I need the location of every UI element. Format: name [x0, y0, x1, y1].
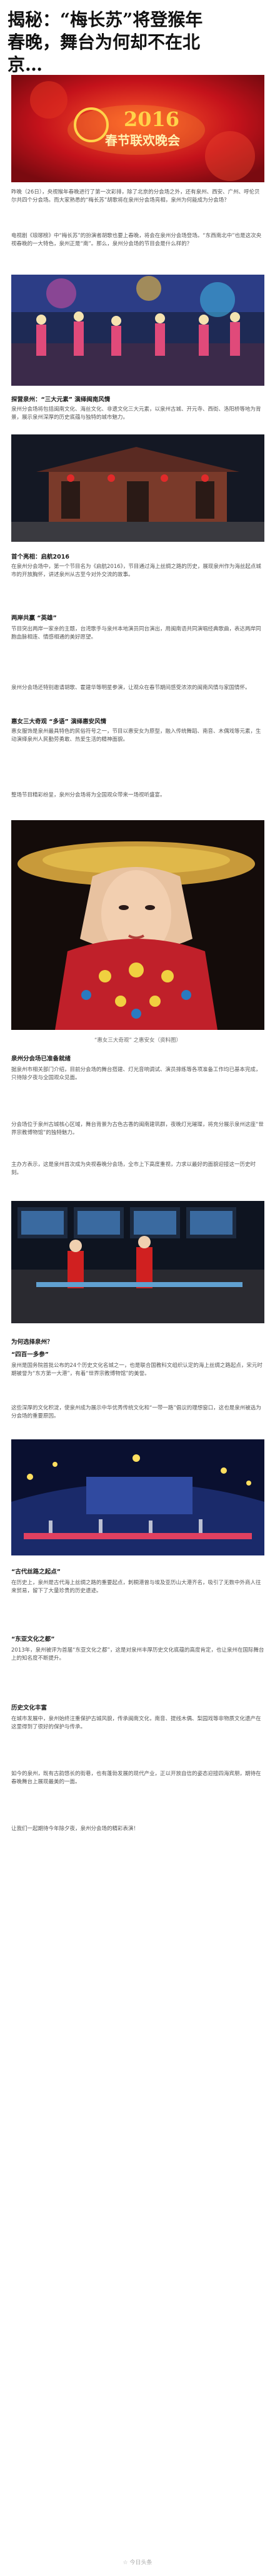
- section-heading: 泉州分会场已准备就绪: [11, 1055, 71, 1062]
- paragraph: 泉州是国务院首批公布的24个历史文化名城之一，也是联合国教科文组织认定的海上丝绸…: [11, 1363, 262, 1377]
- ancestral-hall-image: [11, 434, 264, 542]
- article: 揭秘：“梅长苏”将登猴年 春晚，舞台为何却不在北 京… 2016 春节联欢晚会 …: [0, 0, 275, 2576]
- section-heading: 探营泉州：“三大元素” 演绎闽南风情: [11, 396, 111, 403]
- gala-banner-image: 2016 春节联欢晚会: [11, 75, 264, 182]
- banner-label: 春节联欢晚会: [104, 133, 180, 148]
- section-heading: 惠女三大奇观 “多语” 演绎惠安风情: [11, 718, 107, 725]
- image-caption: “惠女三大奇观” 之惠安女（资料图）: [94, 1037, 181, 1044]
- paragraph: 这些深厚的文化积淀，使泉州成为展示中华优秀传统文化和“一带一路”倡议的理想窗口，…: [11, 1405, 261, 1419]
- title-line: 春晚，舞台为何却不在北: [8, 32, 201, 52]
- huian-woman-portrait-image: [11, 820, 264, 1030]
- section-heading: 为何选择泉州？: [11, 1339, 53, 1346]
- paragraph: 节目突出两岸一家亲的主题，台湾歌手与泉州本地演员同台演出，用闽南语共同演唱经典歌…: [11, 626, 261, 640]
- section-heading: “东亚文化之都”: [11, 1636, 55, 1643]
- paragraph: 泉州分会场将包括闽南文化、海丝文化、非遗文化三大元素，以泉州古城、开元寺、西街、…: [11, 406, 261, 421]
- banner-year: 2016: [124, 107, 179, 131]
- paragraph: 在泉州分会场中，第一个节目名为《启航2016》，节目通过海上丝绸之路的历史，展现…: [11, 564, 261, 578]
- night-stage-image: [11, 1439, 264, 1555]
- paragraph: 电视剧《琅琊榜》中“梅长苏”的扮演者胡歌也要上春晚，将会在泉州分会场登场。“东西…: [11, 233, 262, 247]
- paragraph: 整场节目精彩纷呈，泉州分会场将为全国观众带来一场视听盛宴。: [11, 792, 166, 798]
- paragraph: 泉州分会场还特别邀请胡歌、霍建华等明星参演，让观众在春节期间感受浓浓的闽南风情与…: [11, 685, 251, 691]
- paragraph: 据泉州市相关部门介绍，目前分会场的舞台搭建、灯光音响调试、演员排练等各项准备工作…: [11, 1067, 261, 1081]
- paragraph: 分会场位于泉州古城核心区域，舞台背景为古色古香的闽南建筑群，夜晚灯光璀璨，将充分…: [11, 1122, 264, 1136]
- paragraph: 让我们一起期待今年除夕夜，泉州分会场的精彩表演！: [11, 1826, 139, 1832]
- section-heading: 首个亮相：启航2016: [11, 554, 69, 561]
- title-line: 京…: [8, 54, 43, 75]
- paragraph: 在城市发展中，泉州始终注重保护古城风貌，传承闽南文化，南音、提线木偶、梨园戏等非…: [11, 1716, 261, 1730]
- title-line: 揭秘：“梅长苏”将登猴年: [8, 9, 203, 30]
- section-heading: “四百一多参”: [11, 1351, 49, 1358]
- paragraph: 昨晚（26日），央视猴年春晚进行了第一次彩排，除了北京的分会场之外，还有泉州、西…: [11, 189, 260, 203]
- section-heading: 历史文化丰富: [11, 1705, 48, 1712]
- paragraph: 惠女服饰是泉州最具特色的民俗符号之一，节目以惠安女为原型，融入传统舞蹈、南音、木…: [11, 728, 261, 743]
- stage-performance-image: [11, 275, 264, 386]
- paragraph: 2013年，泉州被评为首届“东亚文化之都”，这是对泉州丰厚历史文化底蕴的高度肯定…: [11, 1647, 264, 1662]
- section-heading: 两岸共赢 “英雄”: [11, 615, 57, 622]
- paragraph: 主办方表示，这是泉州首次成为央视春晚分会场，全市上下高度重视，力求以最好的面貌迎…: [11, 1162, 256, 1176]
- section-heading: “古代丝路之起点”: [11, 1569, 61, 1575]
- paragraph: 如今的泉州，既有古韵悠长的街巷，也有蓬勃发展的现代产业，正以开放自信的姿态迎接四…: [11, 1771, 261, 1785]
- article-title: 揭秘：“梅长苏”将登猴年 春晚，舞台为何却不在北 京…: [8, 9, 270, 76]
- footer-watermark: ☆ 今日头条: [122, 2560, 152, 2566]
- paragraph: 在历史上，泉州是古代海上丝绸之路的重要起点，刺桐港曾与埃及亚历山大港齐名，吸引了…: [11, 1580, 261, 1594]
- control-room-image: [11, 1201, 264, 1323]
